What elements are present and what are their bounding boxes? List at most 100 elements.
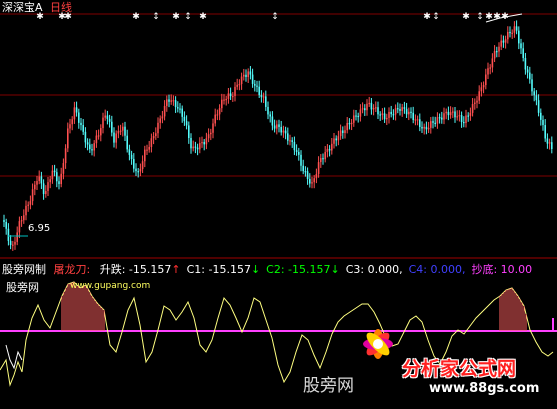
signal-star-icon: ✱: [493, 12, 501, 22]
candle-body: [27, 204, 29, 206]
candle-body: [254, 83, 256, 86]
candle-body: [337, 136, 340, 141]
candle-body: [364, 108, 366, 111]
candle-body: [465, 115, 467, 124]
candle-body: [267, 106, 269, 115]
candle-body: [328, 148, 331, 151]
brand-logo-icon: [363, 329, 393, 359]
candle-body: [64, 148, 67, 164]
candle-body: [403, 107, 406, 109]
candle-body: [489, 67, 491, 69]
candle-body: [355, 115, 357, 117]
candle-body: [379, 114, 381, 116]
candle-body: [194, 146, 197, 148]
price-grid: [0, 13, 557, 259]
watermark-center: 股旁网: [303, 376, 354, 396]
candle-body: [315, 173, 318, 179]
candle-body: [124, 126, 126, 136]
candle-body: [179, 108, 181, 110]
candle-body: [526, 69, 529, 73]
candle-body: [524, 57, 527, 70]
candle-body: [212, 123, 214, 133]
signal-star-icon: ✱: [501, 12, 509, 22]
candle-body: [502, 40, 505, 43]
candle-body: [53, 170, 56, 173]
candle-body: [306, 171, 309, 179]
candle-body: [390, 111, 392, 115]
candle-body: [7, 228, 10, 241]
candle-body: [458, 115, 461, 117]
candle-body: [416, 119, 419, 121]
candle-body: [397, 108, 399, 110]
candle-body: [421, 126, 423, 129]
indicator-param: C3: 0.000,: [345, 263, 403, 276]
candle-body: [117, 130, 120, 134]
candle-body: [135, 168, 137, 172]
candle-body: [386, 117, 388, 120]
signal-star-icon: ✱: [132, 12, 140, 22]
candle-body: [247, 71, 249, 77]
candle-body: [335, 138, 337, 141]
candle-body: [504, 39, 507, 43]
indicator-param: C1: -15.157: [186, 263, 251, 276]
candle-body: [155, 133, 157, 137]
indicator-param-arrow: ↑: [171, 263, 181, 276]
candle-body: [157, 122, 159, 134]
signal-star-icon: ↕: [476, 12, 484, 22]
candle-body: [177, 107, 179, 109]
candle-body: [243, 74, 245, 77]
indicator-name: 股旁网制: [2, 263, 46, 276]
indicator-param-arrow: ↓: [330, 263, 340, 276]
candle-body: [368, 102, 370, 105]
candle-body: [414, 119, 417, 121]
signal-star-icon: ✱: [199, 12, 207, 22]
signal-star-icon: ✱: [485, 12, 493, 22]
brand-name: 分析家公式网: [402, 358, 517, 380]
candle-body: [522, 48, 524, 58]
stock-name: 深深宝A: [2, 1, 43, 14]
indicator-param: C2: -15.157: [266, 263, 331, 276]
candle-body: [91, 149, 93, 151]
candle-body: [236, 84, 238, 87]
candle-body: [56, 172, 58, 182]
indicator-param: 抄底: 10.00: [471, 263, 533, 276]
candle-body: [262, 96, 265, 98]
candle-body: [405, 108, 408, 115]
candle-body: [106, 115, 109, 119]
candle-body: [273, 125, 276, 129]
candle-body: [383, 113, 386, 120]
candle-body: [309, 178, 311, 184]
candle-body: [104, 115, 106, 118]
candle-body: [377, 107, 379, 115]
candle-body: [89, 144, 91, 150]
candle-body: [225, 98, 227, 101]
candle-body: [452, 111, 454, 113]
candle-body: [14, 241, 16, 245]
candle-body: [469, 112, 472, 116]
candle-body: [322, 158, 324, 160]
candle-body: [518, 30, 520, 44]
candle-body: [51, 170, 54, 180]
brand-url: www.88gs.com: [429, 381, 540, 396]
candle-body: [115, 133, 117, 143]
candle-body: [361, 108, 364, 110]
candle-body: [130, 154, 133, 159]
candle-body: [196, 147, 199, 150]
candle-body: [144, 149, 146, 162]
signal-star-icon: ↕: [152, 12, 160, 22]
candle-body: [174, 100, 177, 108]
signal-star-icon: ↕: [184, 12, 192, 22]
candle-body: [181, 108, 183, 117]
candle-body: [128, 149, 131, 155]
candle-body: [73, 107, 76, 120]
signal-star-icon: ↕: [432, 12, 440, 22]
oscillator-dip: [5, 344, 23, 370]
candle-body: [9, 240, 12, 245]
candle-body: [289, 140, 291, 142]
candle-body: [227, 93, 230, 99]
candle-body: [295, 150, 298, 152]
candle-body: [150, 138, 153, 147]
candle-body: [199, 143, 201, 150]
candle-body: [45, 191, 47, 194]
chart-canvas: ✱ ✱✱ ✱ ↕ ✱ ↕ ✱ ↕ ✱ ↕ ✱ ↕ ✱ ✱ ✱: [0, 12, 557, 387]
